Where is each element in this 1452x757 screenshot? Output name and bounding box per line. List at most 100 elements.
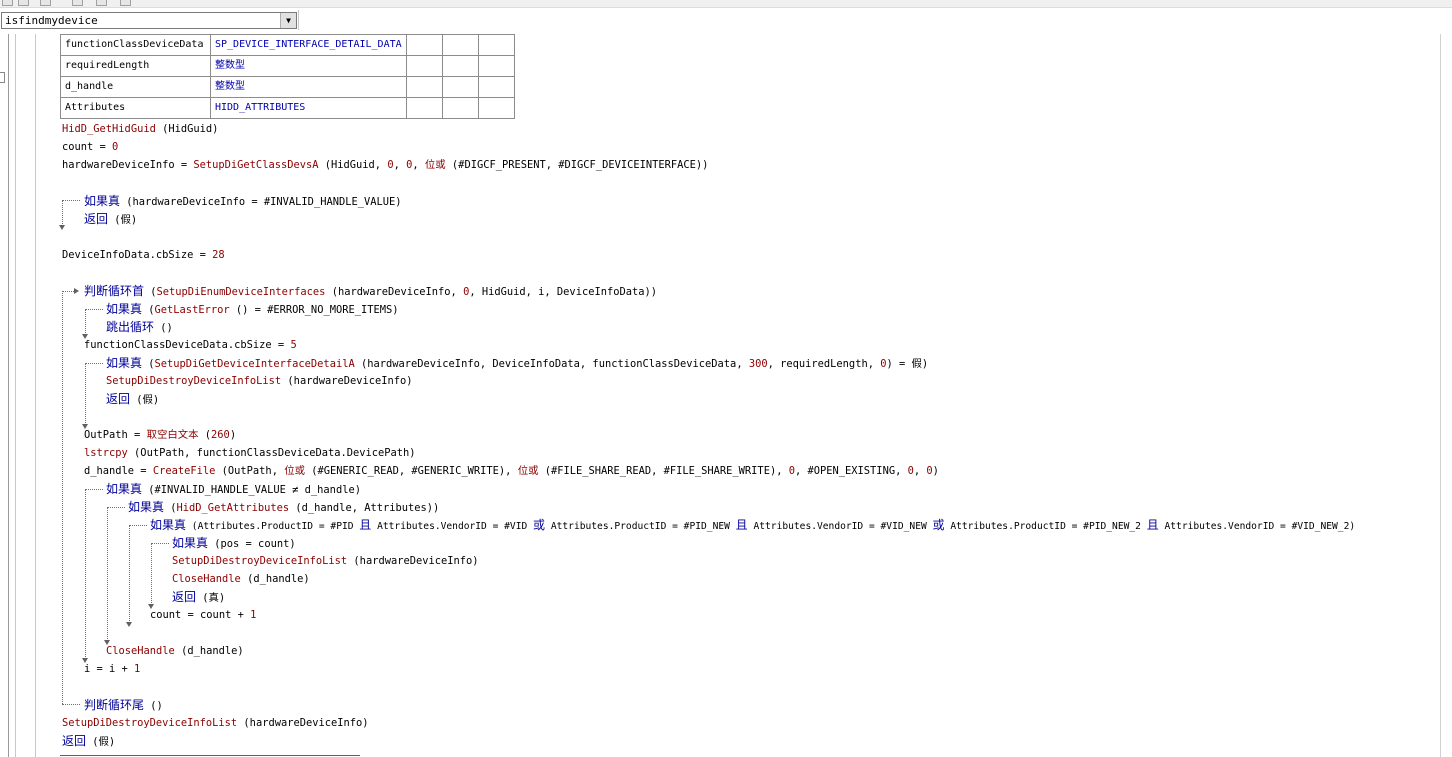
- toolbar-button[interactable]: [120, 0, 131, 6]
- code-text: (: [142, 358, 155, 370]
- var-name-cell[interactable]: d_handle: [60, 76, 211, 98]
- code-line[interactable]: count = 0: [62, 140, 118, 154]
- code-text: (d_handle): [174, 645, 244, 657]
- code-line[interactable]: HidD_GetHidGuid (HidGuid): [62, 122, 218, 136]
- flow-guide: [107, 507, 108, 641]
- var-type-cell[interactable]: SP_DEVICE_INTERFACE_DETAIL_DATA: [210, 34, 407, 56]
- code-line[interactable]: functionClassDeviceData.cbSize = 5: [84, 338, 297, 352]
- code-line[interactable]: OutPath = 取空白文本 (260): [84, 428, 236, 442]
- code-line[interactable]: 判断循环尾 (): [84, 698, 163, 712]
- code-text: (HidGuid,: [318, 159, 388, 171]
- code-text: (#INVALID_HANDLE_VALUE ≠ d_handle): [142, 484, 361, 496]
- subroutine-selector[interactable]: isfindmydevice ▼: [1, 12, 297, 29]
- var-type-cell[interactable]: 整数型: [210, 55, 407, 77]
- var-flag-cell[interactable]: [405, 97, 443, 119]
- table-row[interactable]: functionClassDeviceData SP_DEVICE_INTERF…: [60, 34, 515, 56]
- keyword: 跳出循环: [106, 320, 155, 334]
- code-text: , #OPEN_EXISTING,: [794, 465, 908, 477]
- var-flag-cell[interactable]: [405, 76, 443, 98]
- code-text: i = i +: [84, 663, 135, 675]
- code-text: (d_handle): [240, 573, 310, 585]
- code-line[interactable]: CloseHandle (d_handle): [106, 644, 244, 658]
- code-line[interactable]: hardwareDeviceInfo = SetupDiGetClassDevs…: [62, 158, 708, 172]
- flow-arrow-icon: [126, 622, 132, 627]
- var-flag-cell[interactable]: [405, 34, 443, 56]
- code-line[interactable]: count = count + 1: [150, 608, 256, 622]
- editor-right-border: [1440, 34, 1441, 757]
- code-text: (#FILE_SHARE_READ, #FILE_SHARE_WRITE),: [538, 465, 789, 477]
- code-text: Attributes.VendorID = #VID_NEW_2): [1158, 521, 1356, 532]
- code-text: Attributes.ProductID = #PID_NEW_2: [944, 521, 1147, 532]
- var-flag-cell[interactable]: [477, 34, 515, 56]
- code-line[interactable]: SetupDiDestroyDeviceInfoList (hardwareDe…: [62, 716, 369, 730]
- table-row[interactable]: requiredLength 整数型: [60, 55, 515, 77]
- function-name: SetupDiGetDeviceInterfaceDetailA: [154, 358, 355, 370]
- flow-guide: [62, 291, 63, 704]
- code-text: (假): [130, 394, 160, 406]
- code-text: (hardwareDeviceInfo = #INVALID_HANDLE_VA…: [120, 196, 402, 208]
- var-flag-cell[interactable]: [477, 55, 515, 77]
- code-text: ,: [393, 159, 407, 171]
- toolbar-button[interactable]: [72, 0, 83, 6]
- var-flag-cell[interactable]: [441, 97, 479, 119]
- code-text: ): [229, 429, 237, 441]
- code-text: DeviceInfoData.cbSize =: [62, 249, 213, 261]
- code-text: count =: [62, 141, 113, 153]
- code-text: Attributes.VendorID = #VID_NEW: [747, 521, 933, 532]
- code-line[interactable]: 如果真 (hardwareDeviceInfo = #INVALID_HANDL…: [84, 194, 402, 208]
- code-line[interactable]: 返回 (假): [106, 392, 159, 406]
- var-flag-cell[interactable]: [441, 55, 479, 77]
- keyword: 或: [533, 518, 546, 532]
- keyword: 返回: [172, 590, 197, 604]
- var-flag-cell[interactable]: [405, 55, 443, 77]
- code-text: (假): [86, 736, 116, 748]
- code-line[interactable]: CloseHandle (d_handle): [172, 572, 310, 586]
- code-line[interactable]: 返回 (真): [172, 590, 225, 604]
- number-literal: 1: [134, 663, 141, 675]
- toolbar-button[interactable]: [96, 0, 107, 6]
- var-type-cell[interactable]: HIDD_ATTRIBUTES: [210, 97, 407, 119]
- var-name-cell[interactable]: Attributes: [60, 97, 211, 119]
- code-line[interactable]: 如果真 (pos = count): [172, 536, 296, 550]
- keyword: 如果真: [172, 536, 209, 550]
- function-name: 位或: [517, 465, 539, 477]
- var-name-cell[interactable]: functionClassDeviceData: [60, 34, 211, 56]
- toolbar-button[interactable]: [18, 0, 29, 6]
- function-name: SetupDiGetClassDevsA: [193, 159, 319, 171]
- code-line[interactable]: 如果真 (SetupDiGetDeviceInterfaceDetailA (h…: [106, 356, 928, 370]
- code-text: (#GENERIC_READ, #GENERIC_WRITE),: [305, 465, 518, 477]
- var-flag-cell[interactable]: [441, 34, 479, 56]
- var-name-cell[interactable]: requiredLength: [60, 55, 211, 77]
- table-row[interactable]: Attributes HIDD_ATTRIBUTES: [60, 97, 515, 119]
- code-line[interactable]: 判断循环首 (SetupDiEnumDeviceInterfaces (hard…: [84, 284, 657, 298]
- var-flag-cell[interactable]: [441, 76, 479, 98]
- var-flag-cell[interactable]: [477, 97, 515, 119]
- code-line[interactable]: 返回 (假): [62, 734, 115, 748]
- var-type-cell[interactable]: 整数型: [210, 76, 407, 98]
- code-line[interactable]: SetupDiDestroyDeviceInfoList (hardwareDe…: [172, 554, 479, 568]
- code-line[interactable]: i = i + 1: [84, 662, 140, 676]
- toolbar-button[interactable]: [40, 0, 51, 6]
- chevron-down-icon[interactable]: ▼: [280, 13, 296, 28]
- code-text: (OutPath,: [215, 465, 285, 477]
- code-line[interactable]: 如果真 (#INVALID_HANDLE_VALUE ≠ d_handle): [106, 482, 361, 496]
- flow-guide: [85, 489, 86, 659]
- code-text: (Attributes.ProductID = #PID: [186, 521, 360, 532]
- table-row[interactable]: d_handle 整数型: [60, 76, 515, 98]
- code-line[interactable]: d_handle = CreateFile (OutPath, 位或 (#GEN…: [84, 464, 939, 478]
- var-flag-cell[interactable]: [477, 76, 515, 98]
- fold-marker[interactable]: [0, 72, 5, 83]
- code-line[interactable]: 如果真 (GetLastError () = #ERROR_NO_MORE_IT…: [106, 302, 399, 316]
- gutter-line: [15, 34, 16, 757]
- code-line[interactable]: 跳出循环 (): [106, 320, 173, 334]
- number-literal: 0: [112, 141, 119, 153]
- code-line[interactable]: 返回 (假): [84, 212, 137, 226]
- code-line[interactable]: DeviceInfoData.cbSize = 28: [62, 248, 225, 262]
- code-line[interactable]: 如果真 (HidD_GetAttributes (d_handle, Attri…: [128, 500, 439, 514]
- code-line[interactable]: 如果真 (Attributes.ProductID = #PID 且 Attri…: [150, 518, 1355, 532]
- code-line[interactable]: SetupDiDestroyDeviceInfoList (hardwareDe…: [106, 374, 413, 388]
- keyword: 且: [735, 518, 748, 532]
- code-line[interactable]: lstrcpy (OutPath, functionClassDeviceDat…: [84, 446, 416, 460]
- toolbar-button[interactable]: [2, 0, 13, 6]
- flow-guide: [151, 543, 152, 605]
